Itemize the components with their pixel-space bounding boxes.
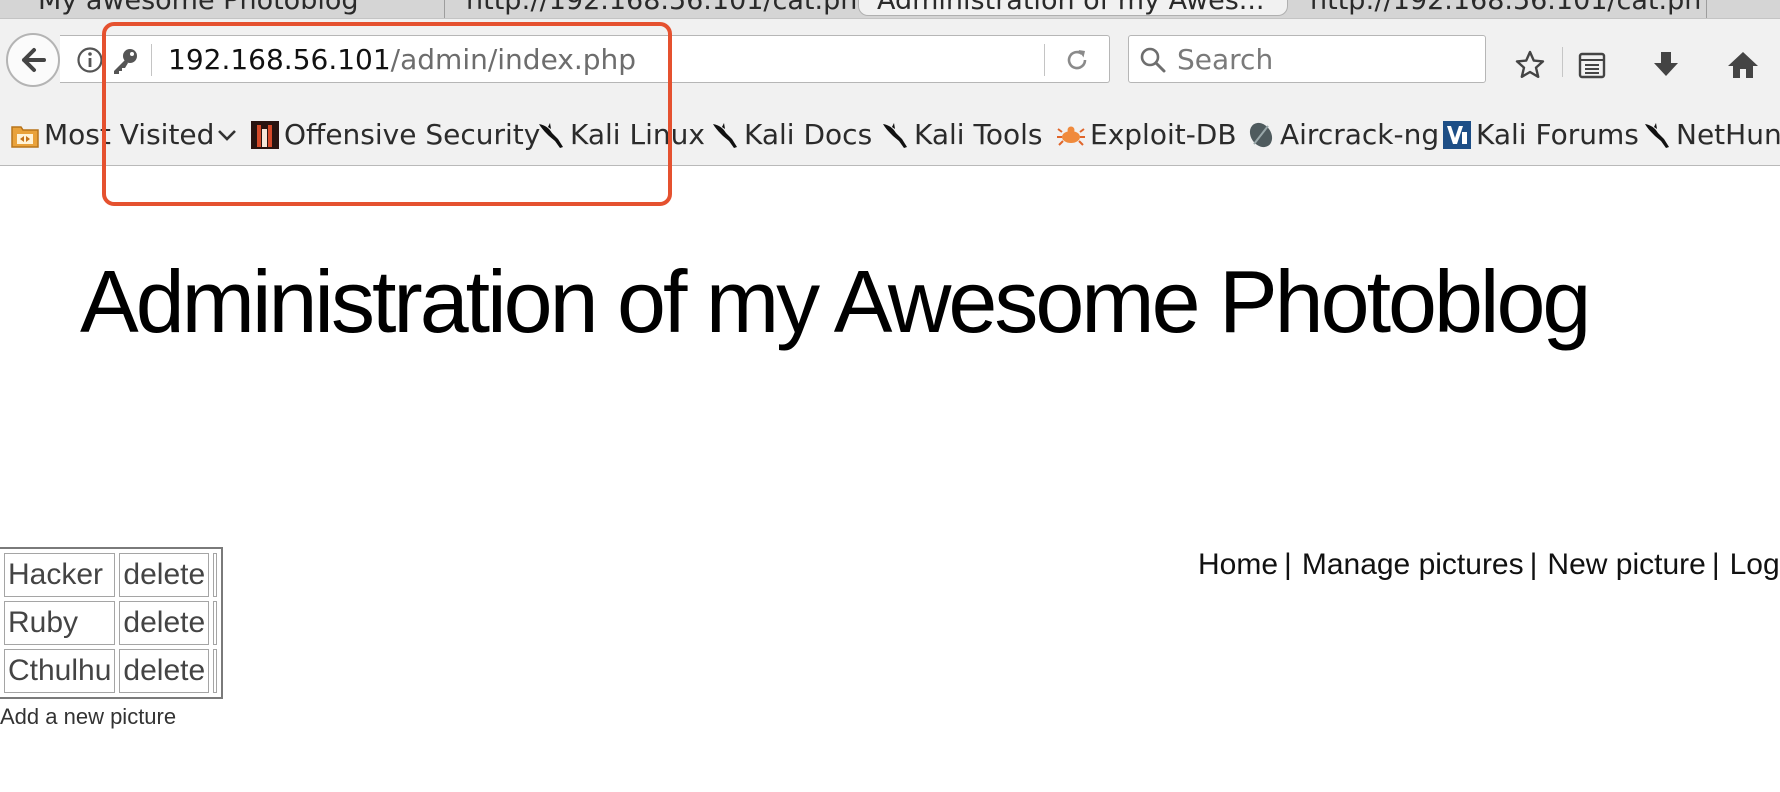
nav-new-picture-link[interactable]: New picture [1547, 548, 1705, 581]
nav-separator: | [1529, 548, 1538, 581]
delete-cell: delete [119, 649, 210, 693]
site-info-icon[interactable] [76, 46, 104, 78]
bookmark-kali-docs[interactable]: Kali Docs [710, 117, 872, 153]
bookmark-nethunter[interactable]: NetHunter [1642, 117, 1780, 153]
exploitdb-bug-icon [1057, 126, 1085, 146]
nav-manage-pictures-link[interactable]: Manage pictures [1302, 548, 1524, 581]
page-title: Administration of my Awesome Photoblog [80, 252, 1591, 351]
reload-icon[interactable] [1063, 46, 1091, 78]
add-picture-link[interactable]: Add a new picture [0, 704, 176, 730]
delete-link[interactable]: delete [123, 606, 205, 639]
tab-admin-active[interactable]: Administration of my Awes... [858, 0, 1288, 16]
kali-dragon-icon [883, 123, 907, 148]
search-placeholder: Search [1177, 43, 1274, 76]
delete-link[interactable]: delete [123, 558, 205, 591]
table-row: Hacker delete [4, 553, 218, 597]
nav-logout-link[interactable]: Logout [1730, 548, 1780, 581]
picture-title: Ruby [4, 601, 116, 645]
search-input[interactable]: Search [1128, 35, 1486, 83]
table-cell [213, 553, 218, 597]
home-icon[interactable] [1726, 49, 1760, 85]
bookmark-star-icon[interactable] [1514, 49, 1546, 85]
delete-cell: delete [119, 553, 210, 597]
table-cell [213, 649, 218, 693]
picture-title: Cthulhu [4, 649, 116, 693]
toolbar-separator [1562, 47, 1563, 77]
search-icon [1139, 46, 1167, 78]
bookmark-kali-forums[interactable]: Kali Forums [1442, 117, 1639, 153]
reading-list-icon[interactable] [1576, 49, 1608, 85]
url-divider [1044, 44, 1045, 76]
url-highlight-annotation [102, 22, 672, 206]
pictures-table: Hacker delete Ruby delete Cthulhu delete [0, 547, 224, 699]
table-row: Ruby delete [4, 601, 218, 645]
nav-home-link[interactable]: Home [1198, 548, 1278, 581]
table-row: Cthulhu delete [4, 649, 218, 693]
delete-cell: delete [119, 601, 210, 645]
download-icon[interactable] [1650, 49, 1682, 85]
back-button[interactable] [6, 33, 60, 87]
aircrack-icon [1249, 122, 1273, 148]
kali-dragon-icon [713, 123, 737, 148]
tab-cat-1[interactable]: http://192.168.56.101/cat.ph... [448, 0, 858, 16]
delete-link[interactable]: delete [123, 654, 205, 687]
bookmark-exploit-db[interactable]: Exploit-DB [1056, 117, 1237, 153]
picture-title: Hacker [4, 553, 116, 597]
tab-photoblog[interactable]: My awesome Photoblog [20, 0, 440, 16]
folder-icon [11, 126, 39, 148]
kali-forums-icon [1443, 121, 1471, 149]
kali-dragon-icon [1645, 123, 1669, 148]
tab-strip: My awesome Photoblog http://192.168.56.1… [0, 0, 1780, 18]
bookmark-kali-tools[interactable]: Kali Tools [880, 117, 1042, 153]
tab-cat-2[interactable]: http://192.168.56.101/cat.ph... [1292, 0, 1702, 16]
nav-separator: | [1711, 548, 1720, 581]
back-arrow-icon [22, 48, 46, 72]
admin-menu: Home|Manage pictures|New picture|Logout [1198, 546, 1780, 584]
table-cell [213, 601, 218, 645]
nav-separator: | [1284, 548, 1292, 581]
tab-separator [1706, 0, 1707, 18]
tab-separator [444, 0, 445, 18]
bookmark-aircrack-ng[interactable]: Aircrack-ng [1246, 117, 1439, 153]
